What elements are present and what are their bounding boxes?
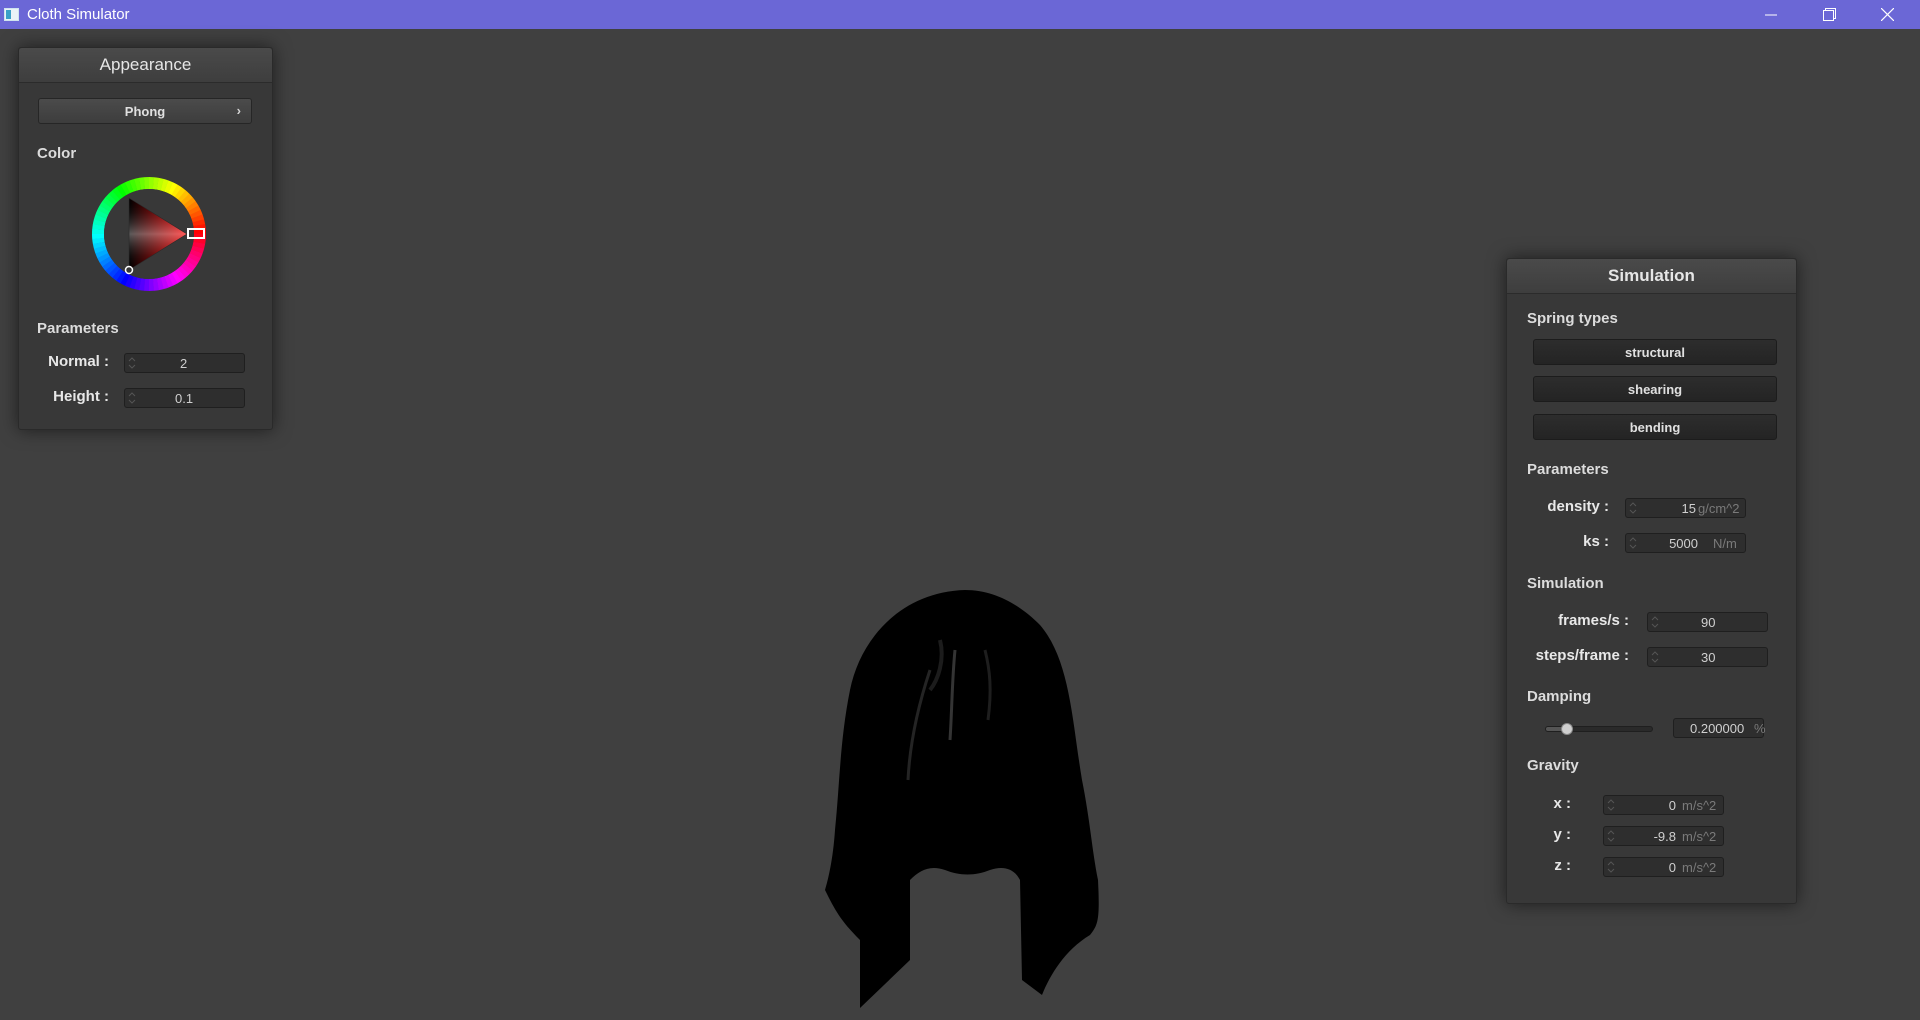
gravity-z-value: 0 [1668, 860, 1676, 875]
gravity-y-label: y : [1553, 826, 1571, 843]
ks-unit: N/m [1713, 536, 1737, 551]
color-marker[interactable] [124, 265, 134, 275]
ks-label: ks : [1583, 533, 1609, 550]
gravity-label: Gravity [1527, 757, 1579, 774]
density-input[interactable]: 15 g/cm^2 [1625, 498, 1746, 518]
steps-label: steps/frame : [1535, 647, 1629, 664]
shearing-button[interactable]: shearing [1533, 376, 1777, 402]
simulation-panel: Simulation Spring types structural shear… [1506, 258, 1797, 904]
gravity-y-unit: m/s^2 [1682, 829, 1717, 844]
appearance-title: Appearance [19, 48, 272, 83]
structural-button[interactable]: structural [1533, 339, 1777, 365]
simulation-title: Simulation [1507, 259, 1796, 294]
parameters-label: Parameters [37, 320, 119, 337]
gravity-z-label: z : [1554, 857, 1571, 874]
steps-input[interactable]: 30 [1647, 647, 1768, 667]
damping-slider-knob[interactable] [1561, 723, 1574, 735]
height-value: 0.1 [175, 391, 194, 406]
damping-unit: % [1754, 721, 1766, 736]
cloth-viewport[interactable] [780, 580, 1160, 1020]
app-icon [4, 8, 19, 21]
damping-label: Damping [1527, 688, 1592, 705]
shader-label: Phong [124, 103, 166, 119]
bending-button[interactable]: bending [1533, 414, 1777, 440]
gravity-y-value: -9.8 [1653, 829, 1676, 844]
minimize-icon [1765, 14, 1777, 15]
damping-value: 0.200000 [1690, 721, 1745, 736]
fps-value: 90 [1701, 615, 1716, 630]
density-value: 15 [1681, 501, 1696, 516]
title-bar: Cloth Simulator [0, 0, 1920, 29]
gravity-x-label: x : [1553, 795, 1571, 812]
close-button[interactable] [1858, 0, 1916, 29]
color-wheel[interactable] [91, 176, 207, 292]
spinner-arrows-icon [1629, 502, 1637, 514]
spinner-arrows-icon [1607, 861, 1615, 873]
appearance-panel: Appearance Phong › Color Parameters Norm… [18, 47, 273, 430]
close-icon [1880, 8, 1894, 21]
shader-select[interactable]: Phong › [38, 98, 252, 124]
normal-label: Normal : [48, 353, 109, 370]
chevron-right-icon: › [236, 103, 241, 118]
steps-value: 30 [1701, 650, 1716, 665]
spinner-arrows-icon [1629, 537, 1637, 549]
fps-input[interactable]: 90 [1647, 612, 1768, 632]
spinner-arrows-icon [1607, 799, 1615, 811]
spinner-arrows-icon [128, 357, 136, 369]
density-unit: g/cm^2 [1698, 501, 1740, 516]
normal-value: 2 [180, 356, 188, 371]
damping-input[interactable]: 0.200000 % [1673, 718, 1766, 738]
color-label: Color [37, 145, 77, 162]
gravity-x-input[interactable]: 0 m/s^2 [1603, 795, 1724, 815]
simulation-section-label: Simulation [1527, 575, 1604, 592]
gravity-x-value: 0 [1668, 798, 1676, 813]
maximize-button[interactable] [1800, 0, 1858, 29]
gravity-z-unit: m/s^2 [1682, 860, 1717, 875]
restore-icon [1822, 8, 1836, 21]
minimize-button[interactable] [1742, 0, 1800, 29]
gravity-z-input[interactable]: 0 m/s^2 [1603, 857, 1724, 877]
height-label: Height : [53, 388, 109, 405]
damping-slider[interactable] [1545, 723, 1653, 735]
height-input[interactable]: 0.1 [124, 388, 245, 408]
sim-parameters-label: Parameters [1527, 461, 1609, 478]
spinner-arrows-icon [128, 392, 136, 404]
spinner-arrows-icon [1651, 616, 1659, 628]
spring-types-label: Spring types [1527, 310, 1618, 327]
spinner-arrows-icon [1607, 830, 1615, 842]
gravity-x-unit: m/s^2 [1682, 798, 1717, 813]
cloth-mesh [825, 590, 1099, 1008]
gravity-y-input[interactable]: -9.8 m/s^2 [1603, 826, 1724, 846]
ks-value: 5000 [1669, 536, 1698, 551]
normal-input[interactable]: 2 [124, 353, 245, 373]
density-label: density : [1547, 498, 1609, 515]
fps-label: frames/s : [1558, 612, 1629, 629]
ks-input[interactable]: 5000 N/m [1625, 533, 1746, 553]
window-title: Cloth Simulator [27, 6, 130, 23]
spinner-arrows-icon [1651, 651, 1659, 663]
